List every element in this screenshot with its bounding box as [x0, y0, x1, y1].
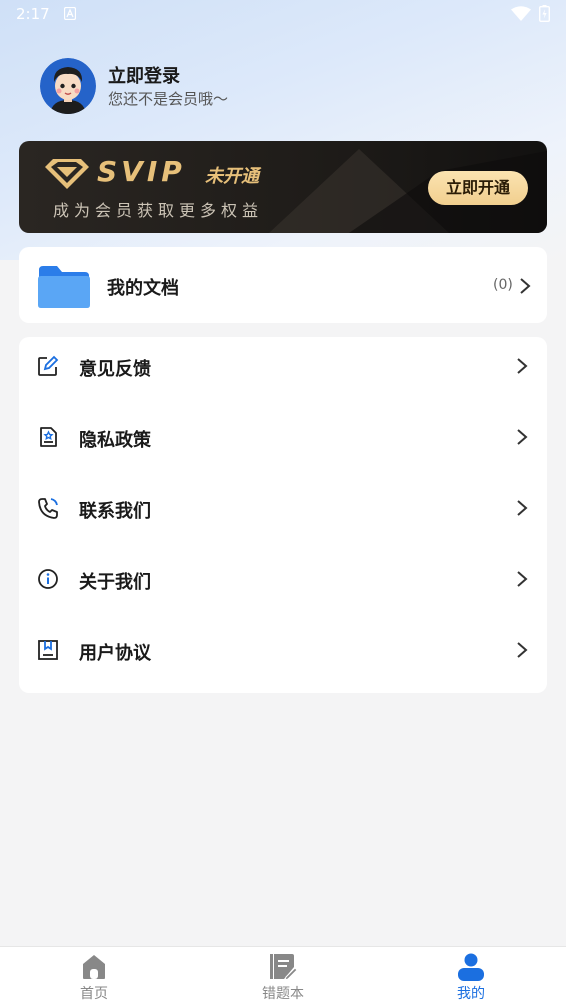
chevron-right-icon: [517, 429, 528, 445]
login-link[interactable]: 立即登录: [108, 62, 180, 88]
status-bar: 2:17: [0, 0, 566, 28]
chevron-right-icon: [517, 571, 528, 587]
notification-icon: [64, 7, 76, 20]
my-documents-label: 我的文档: [107, 278, 179, 299]
document-count: (0): [493, 277, 513, 293]
menu-label: 关于我们: [79, 572, 151, 593]
menu-item-about[interactable]: 关于我们: [19, 550, 547, 610]
menu-label: 联系我们: [79, 501, 151, 522]
menu-item-contact[interactable]: 联系我们: [19, 479, 547, 539]
membership-status: 您还不是会员哦～: [108, 90, 229, 108]
menu-item-feedback[interactable]: 意见反馈: [19, 337, 547, 397]
folder-icon: [38, 266, 90, 308]
menu-label: 意见反馈: [79, 359, 151, 380]
chevron-right-icon: [517, 642, 528, 658]
profile-section[interactable]: 立即登录 您还不是会员哦～: [40, 58, 340, 116]
tab-label: 首页: [80, 986, 108, 1002]
notebook-icon: [270, 954, 297, 981]
svip-title: SVIP: [97, 155, 186, 188]
battery-icon: [539, 5, 550, 22]
tab-label: 我的: [457, 986, 485, 1002]
user-icon: [458, 953, 484, 981]
chevron-right-icon: [517, 500, 528, 516]
tab-home[interactable]: 首页: [34, 947, 154, 1006]
wifi-icon: [511, 6, 531, 21]
phone-icon: [38, 498, 58, 519]
tab-notebook[interactable]: 错题本: [223, 947, 343, 1006]
menu-label: 隐私政策: [79, 430, 151, 451]
home-icon: [83, 955, 105, 979]
info-icon: [38, 569, 58, 589]
diamond-icon: [45, 159, 89, 189]
edit-icon: [38, 355, 59, 376]
svip-banner[interactable]: SVIP 未开通 成为会员获取更多权益 立即开通: [19, 141, 547, 233]
svip-benefit-text: 成为会员获取更多权益: [53, 201, 264, 220]
tab-mine[interactable]: 我的: [411, 947, 531, 1006]
privacy-icon: [40, 427, 57, 447]
my-documents-row[interactable]: 我的文档 (0): [19, 247, 547, 323]
avatar[interactable]: [40, 58, 96, 114]
menu-item-agreement[interactable]: 用户协议: [19, 621, 547, 681]
settings-menu: 意见反馈 隐私政策 联系我们 关于我们 用户协议: [19, 337, 547, 693]
menu-label: 用户协议: [79, 643, 151, 664]
agreement-icon: [38, 640, 58, 660]
menu-item-privacy[interactable]: 隐私政策: [19, 408, 547, 468]
chevron-right-icon: [520, 278, 531, 294]
bottom-tab-bar: 首页 错题本 我的: [0, 946, 566, 1006]
chevron-right-icon: [517, 358, 528, 374]
open-svip-button[interactable]: 立即开通: [428, 171, 528, 205]
svip-status: 未开通: [205, 166, 259, 187]
status-time: 2:17: [16, 5, 50, 23]
tab-label: 错题本: [262, 986, 304, 1002]
